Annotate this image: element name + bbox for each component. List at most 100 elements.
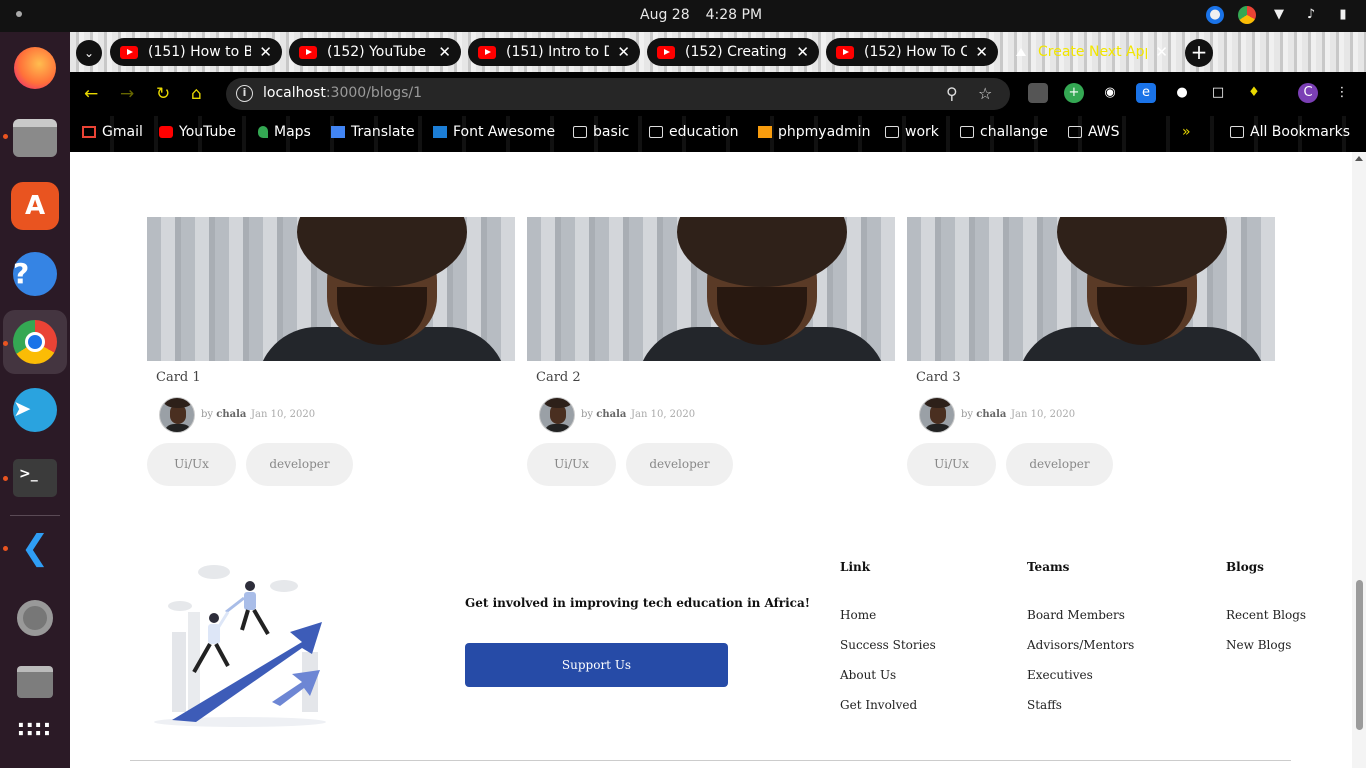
new-tab-button[interactable]: +: [1185, 39, 1213, 67]
footer-link-recent-blogs[interactable]: Recent Blogs: [1226, 608, 1306, 622]
teamwork-illustration: [154, 565, 326, 727]
bookmarks-overflow-icon[interactable]: »: [1182, 124, 1191, 140]
close-icon[interactable]: ✕: [796, 43, 809, 61]
footer-link-get-involved[interactable]: Get Involved: [840, 698, 917, 712]
card-author: chala: [596, 409, 627, 420]
activities-indicator[interactable]: [16, 11, 44, 246]
footer-link-executives[interactable]: Executives: [1027, 668, 1093, 682]
zoom-icon[interactable]: ⚲: [946, 84, 958, 103]
tag-pill[interactable]: Ui/Ux: [527, 443, 616, 486]
notification-icon[interactable]: ●: [1206, 6, 1224, 24]
system-tray[interactable]: ● ▼ ♪ ▮: [1206, 6, 1352, 24]
card-byline: by chala: [961, 409, 1007, 420]
battery-icon[interactable]: ▮: [1334, 6, 1352, 24]
scroll-up-arrow[interactable]: [1355, 156, 1363, 161]
extensions-puzzle-icon[interactable]: ♦: [1244, 83, 1264, 103]
terminal-icon[interactable]: >_: [11, 454, 59, 502]
tag-pill[interactable]: developer: [1006, 443, 1113, 486]
tag-pill[interactable]: developer: [246, 443, 353, 486]
help-icon[interactable]: ?: [11, 250, 59, 298]
firefox-icon[interactable]: [11, 44, 59, 92]
chrome-tray-icon[interactable]: [1238, 6, 1256, 24]
tab-5[interactable]: Create Next App ✕: [1006, 38, 1178, 66]
tab-title: (152) YouTube: [327, 44, 427, 60]
app-grid-icon[interactable]: ∷∷: [11, 706, 59, 754]
menu-icon[interactable]: ⋮: [1332, 83, 1352, 103]
disc-icon[interactable]: [11, 594, 59, 642]
footer-divider: [130, 760, 1291, 761]
translate-icon: [331, 126, 345, 138]
footer-link-new-blogs[interactable]: New Blogs: [1226, 638, 1291, 652]
clipboard-icon[interactable]: □: [1208, 83, 1228, 103]
bookmark-phpmyadmin[interactable]: phpmyadmin: [758, 124, 870, 140]
running-indicator: [3, 546, 8, 551]
site-info-icon[interactable]: i: [236, 85, 253, 102]
close-icon[interactable]: ✕: [975, 43, 988, 61]
trash-icon[interactable]: [11, 658, 59, 706]
bookmark-star-icon[interactable]: ☆: [978, 84, 992, 103]
clock[interactable]: Aug 28 4:28 PM: [640, 7, 762, 23]
telegram-icon[interactable]: ➤: [11, 386, 59, 434]
card-title[interactable]: Card 2: [536, 370, 581, 385]
support-us-button[interactable]: Support Us: [465, 643, 728, 687]
tab-4[interactable]: (152) How To Cr ✕: [826, 38, 998, 66]
close-icon[interactable]: ✕: [438, 43, 451, 61]
extension-e-icon[interactable]: e: [1136, 83, 1156, 103]
close-icon[interactable]: ✕: [1155, 43, 1168, 61]
card-title[interactable]: Card 3: [916, 370, 961, 385]
tag-pill[interactable]: Ui/Ux: [147, 443, 236, 486]
footer-link-success-stories[interactable]: Success Stories: [840, 638, 936, 652]
running-indicator: [3, 476, 8, 481]
address-bar[interactable]: i localhost:3000/blogs/1 ⚲ ☆: [226, 78, 1010, 110]
chrome-icon[interactable]: [3, 310, 67, 374]
blog-card[interactable]: Card 3 by chala Jan 10, 2020 Ui/Ux devel…: [907, 217, 1275, 492]
extension-plus-icon[interactable]: +: [1064, 83, 1084, 103]
address-url[interactable]: localhost:3000/blogs/1: [263, 85, 422, 101]
tab-search-button[interactable]: ⌄: [76, 40, 102, 66]
page-scrollbar[interactable]: [1352, 152, 1366, 768]
extension-icon[interactable]: [1028, 83, 1048, 103]
bookmark-folder-aws[interactable]: AWS: [1068, 124, 1120, 140]
reload-icon[interactable]: ↻: [156, 84, 170, 104]
tag-pill[interactable]: developer: [626, 443, 733, 486]
gmail-icon: [82, 126, 96, 138]
close-icon[interactable]: ✕: [259, 43, 272, 61]
forward-icon[interactable]: →: [120, 84, 134, 104]
vscode-icon[interactable]: ❮: [11, 524, 59, 572]
bookmark-folder-challange[interactable]: challange: [960, 124, 1048, 140]
screenshot-icon[interactable]: ◉: [1100, 83, 1120, 103]
scroll-thumb[interactable]: [1356, 580, 1363, 730]
back-icon[interactable]: ←: [84, 84, 98, 104]
blog-card[interactable]: Card 2 by chala Jan 10, 2020 Ui/Ux devel…: [527, 217, 895, 492]
tab-3[interactable]: (152) Creating P ✕: [647, 38, 819, 66]
bookmark-youtube[interactable]: YouTube: [159, 124, 236, 140]
blog-card[interactable]: Card 1 by chala Jan 10, 2020 Ui/Ux devel…: [147, 217, 515, 492]
bookmark-maps[interactable]: Maps: [258, 124, 311, 140]
bookmark-folder-work[interactable]: work: [885, 124, 939, 140]
close-icon[interactable]: ✕: [617, 43, 630, 61]
bookmark-gmail[interactable]: Gmail: [82, 124, 143, 140]
card-image: [907, 217, 1275, 361]
footer-link-advisors-mentors[interactable]: Advisors/Mentors: [1027, 638, 1134, 652]
bookmark-folder-basic[interactable]: basic: [573, 124, 629, 140]
tab-0[interactable]: (151) How to Bu ✕: [110, 38, 282, 66]
footer-link-board-members[interactable]: Board Members: [1027, 608, 1125, 622]
profile-avatar[interactable]: C: [1298, 83, 1318, 103]
extension-bug-icon[interactable]: ●: [1172, 83, 1192, 103]
card-title[interactable]: Card 1: [156, 370, 201, 385]
footer-link-about-us[interactable]: About Us: [840, 668, 896, 682]
bookmark-translate[interactable]: Translate: [331, 124, 415, 140]
tab-2[interactable]: (151) Intro to De ✕: [468, 38, 640, 66]
volume-icon[interactable]: ♪: [1302, 6, 1320, 24]
bookmark-font-awesome[interactable]: Font Awesome: [433, 124, 555, 140]
footer-link-home[interactable]: Home: [840, 608, 876, 622]
home-icon[interactable]: ⌂: [191, 84, 202, 104]
bookmark-all-bookmarks[interactable]: All Bookmarks: [1230, 124, 1350, 140]
tab-1[interactable]: (152) YouTube ✕: [289, 38, 461, 66]
wifi-icon[interactable]: ▼: [1270, 6, 1288, 24]
app-center-icon[interactable]: A: [11, 182, 59, 230]
tag-pill[interactable]: Ui/Ux: [907, 443, 996, 486]
files-icon[interactable]: [11, 114, 59, 162]
footer-link-staffs[interactable]: Staffs: [1027, 698, 1062, 712]
bookmark-folder-education[interactable]: education: [649, 124, 738, 140]
